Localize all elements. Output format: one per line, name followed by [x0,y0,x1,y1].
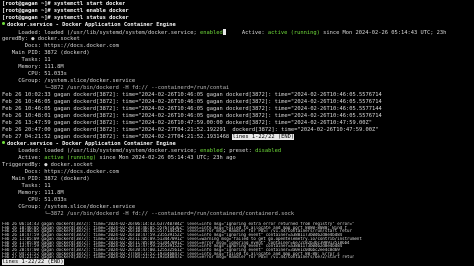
status-dot-icon [2,141,5,144]
command-line: [root@gagan ~]# systemctl start docker [2,1,126,7]
enabled-badge: enabled [199,148,223,154]
memory-line: Memory: 111.8M [2,190,64,196]
log-line-with-pager: Feb 27 04:21:52 gagan dockerd[3872]: tim… [2,134,295,141]
terminal-window[interactable]: [root@gagan ~]# systemctl start docker [… [0,0,474,266]
active-rest: since Mon 2024-02-26 05:14:43 UTC; 23h a… [96,155,236,161]
cpu-line: CPU: 51.033s [2,197,67,203]
active-state: active (running) [44,155,97,161]
log-line: Feb 26 10:48:01 gagan dockerd[3872]: tim… [2,113,382,119]
log-line: Feb 26 13:47:59 gagan dockerd[3872]: tim… [2,120,372,126]
loaded-line: Loaded: loaded (/usr/lib/systemd/system/… [2,29,450,36]
status-dot-icon [2,22,5,25]
triggered-line: TriggeredBy: ● docker.socket [2,162,93,168]
triggered-line: geredBy: ● docker.socket [2,36,80,42]
active-label: Active: [2,155,45,161]
active-line: Active: active (running) since Mon 2024-… [2,155,236,162]
log-line: Feb 26 10:46:05 gagan dockerd[3872]: tim… [2,106,382,112]
loaded-prefix: Loaded: loaded (/usr/lib/systemd/system/… [2,148,200,154]
cpu-line: CPU: 51.033s [2,71,67,77]
command-line: [root@gagan ~]# systemctl enable docker [2,8,129,14]
pager-status: lines 1-22/22 (END) [2,259,64,265]
preset-value: disabled [255,148,282,154]
mainpid-line: Main PID: 3872 (dockerd) [2,50,90,56]
journal-line: Feb 27 04:21:52 gagan dockerd[3872]: tim… [2,255,355,260]
enabled-badge: enabled [199,30,223,36]
unit-title: docker.service - Docker Application Cont… [7,22,176,28]
docs-line: Docs: https://docs.docker.com [2,169,119,175]
loaded-line: Loaded: loaded (/usr/lib/systemd/system/… [2,148,281,155]
unit-title-line: docker.service - Docker Application Cont… [2,141,176,148]
pager-status: lines 1-22/22 (END) [232,134,295,140]
cgroup-process-line: └─3872 /usr/bin/dockerd -H fd:// --conta… [2,85,230,91]
mainpid-line: Main PID: 3872 (dockerd) [2,176,90,182]
tasks-line: Tasks: 11 [2,183,51,189]
preset-label: ; preset: [222,148,256,154]
cgroup-line: CGroup: /system.slice/docker.service [2,78,136,84]
unit-title-line: docker.service - Docker Application Cont… [2,22,176,29]
unit-title: docker.service - Docker Application Cont… [7,141,176,147]
log-line: Feb 26 10:02:33 gagan dockerd[3872]: tim… [2,92,382,98]
log-text: Feb 27 04:21:52 gagan dockerd[3872]: tim… [2,134,230,140]
active-label: Active: [225,30,268,36]
tasks-line: Tasks: 11 [2,57,51,63]
memory-line: Memory: 111.8M [2,64,64,70]
docs-line: Docs: https://docs.docker.com [2,43,119,49]
command-line: [root@gagan ~]# systemctl status docker [2,15,129,21]
cgroup-line: CGroup: /system.slice/docker.service [2,204,136,210]
log-line: Feb 26 10:46:05 gagan dockerd[3872]: tim… [2,99,382,105]
cgroup-process-line: └─3872 /usr/bin/dockerd -H fd:// --conta… [2,211,295,217]
active-state: active (running) [267,30,320,36]
active-rest: since Mon 2024-02-26 05:14:43 UTC; 23h [319,30,450,36]
log-line: Feb 26 20:47:00 gagan dockerd[3872]: tim… [2,127,379,133]
pager-line[interactable]: lines 1-22/22 (END) [2,259,64,266]
